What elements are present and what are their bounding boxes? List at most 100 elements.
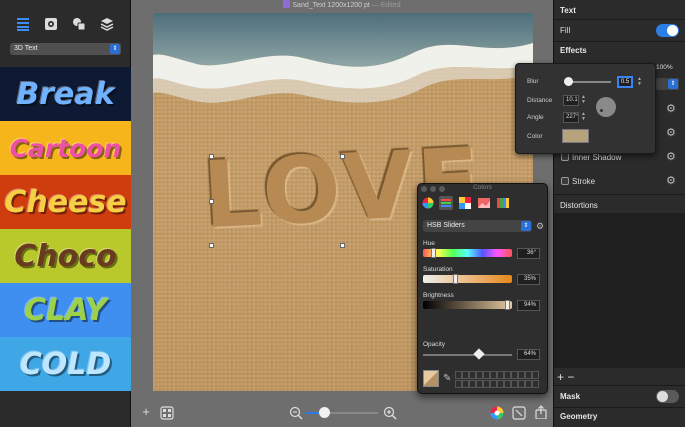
sidebar-toolbar: [0, 0, 131, 42]
style-select[interactable]: 3D Text ⇕: [10, 43, 121, 55]
preset-label: COLD: [19, 346, 112, 382]
opacity-slider-track[interactable]: [423, 354, 512, 356]
gear-icon[interactable]: ⚙: [666, 128, 676, 139]
brightness-slider[interactable]: [423, 301, 512, 309]
edited-status: — Edited: [371, 2, 401, 9]
hue-slider[interactable]: [423, 249, 512, 257]
preset-item[interactable]: Break: [0, 67, 131, 121]
preset-item[interactable]: CLAY: [0, 283, 131, 337]
angle-stepper[interactable]: ▲ ▼: [581, 112, 586, 122]
divider: [554, 41, 685, 42]
saturation-slider-knob[interactable]: [453, 274, 458, 284]
style-select-value: 3D Text: [14, 45, 38, 52]
divider: [554, 19, 685, 20]
mask-header: Mask: [560, 392, 581, 401]
selection-handle[interactable]: [340, 154, 345, 159]
angle-label: Angle: [527, 114, 544, 121]
share-icon[interactable]: [534, 405, 548, 419]
sliders-tab-icon[interactable]: [439, 196, 453, 210]
effect-percent: 100%: [656, 64, 673, 71]
inner-shadow-label: Inner Shadow: [572, 153, 622, 162]
shadow-color-well[interactable]: [562, 129, 589, 143]
fit-screen-icon[interactable]: [512, 406, 526, 420]
add-icon[interactable]: +: [139, 405, 153, 419]
mask-toggle[interactable]: [656, 390, 679, 403]
inner-shadow-checkbox[interactable]: [561, 153, 569, 161]
color-wheel-icon[interactable]: [490, 406, 504, 420]
blur-stepper[interactable]: ▲ ▼: [637, 77, 642, 87]
preset-label: Cartoon: [9, 133, 122, 163]
gear-icon[interactable]: ⚙: [666, 176, 676, 187]
gear-icon[interactable]: [44, 17, 58, 31]
blur-field[interactable]: 0.5: [617, 76, 633, 88]
opacity-field[interactable]: 64%: [517, 349, 540, 360]
selection-handle[interactable]: [209, 243, 214, 248]
add-remove-buttons[interactable]: + −: [557, 370, 574, 384]
angle-field[interactable]: 227°: [563, 112, 579, 123]
effect-blend-select[interactable]: ⇕: [656, 78, 679, 90]
brightness-slider-knob[interactable]: [505, 300, 510, 310]
document-icon: [283, 0, 291, 8]
distance-stepper[interactable]: ▲ ▼: [581, 95, 586, 105]
distortions-header: Distortions: [560, 201, 598, 210]
selection-handle[interactable]: [209, 199, 214, 204]
fill-label: Fill: [560, 26, 571, 35]
blur-label: Blur: [527, 78, 539, 85]
shapes-icon[interactable]: [72, 17, 86, 31]
color-wheel-tab-icon[interactable]: [421, 196, 435, 210]
brightness-label: Brightness: [423, 292, 454, 299]
saturation-field[interactable]: 35%: [517, 274, 540, 285]
current-color-swatch[interactable]: [423, 370, 439, 387]
geometry-header: Geometry: [560, 412, 598, 421]
selection-handle[interactable]: [209, 154, 214, 159]
stroke-checkbox[interactable]: [561, 177, 569, 185]
stroke-label: Stroke: [572, 177, 596, 186]
text-list-icon[interactable]: [16, 17, 30, 31]
preset-list[interactable]: Break Cartoon Cheese Choco CLAY COLD: [0, 67, 131, 427]
distance-field[interactable]: 10.1: [563, 95, 579, 106]
preset-item[interactable]: COLD: [0, 337, 131, 391]
gear-icon[interactable]: ⚙: [666, 152, 676, 163]
preset-label: Cheese: [4, 184, 127, 220]
zoom-in-icon[interactable]: [383, 406, 397, 420]
distortions-list[interactable]: [554, 213, 685, 368]
distance-label: Distance: [527, 97, 553, 104]
color-mode-select[interactable]: HSB Sliders ⇕: [423, 220, 532, 232]
saturation-slider[interactable]: [423, 275, 512, 283]
gear-icon[interactable]: ⚙: [536, 221, 546, 231]
image-palette-tab-icon[interactable]: [477, 196, 491, 210]
window-title: Sand_Text 1200x1200 pt — Edited: [131, 0, 553, 13]
preset-item[interactable]: Cheese: [0, 175, 131, 229]
colors-panel-title: Colors: [473, 184, 492, 191]
color-label: Color: [527, 133, 543, 140]
layers-icon[interactable]: [100, 17, 114, 31]
fill-toggle[interactable]: [656, 24, 679, 37]
eyedropper-icon[interactable]: ✎: [443, 374, 453, 384]
preset-item[interactable]: Choco: [0, 229, 131, 283]
divider: [554, 385, 685, 386]
blur-slider-knob[interactable]: [564, 77, 573, 86]
divider: [554, 194, 685, 195]
zoom-slider-knob[interactable]: [319, 407, 330, 418]
preset-item[interactable]: Cartoon: [0, 121, 131, 175]
brightness-field[interactable]: 94%: [517, 300, 540, 311]
hue-slider-knob[interactable]: [431, 248, 436, 258]
gear-icon[interactable]: ⚙: [666, 104, 676, 115]
angle-dial[interactable]: [596, 97, 616, 117]
palette-tab-icon[interactable]: [458, 196, 472, 210]
preset-label: Choco: [14, 238, 117, 274]
chevron-updown-icon: ⇕: [521, 221, 531, 231]
text-header: Text: [560, 6, 576, 15]
hue-field[interactable]: 36°: [517, 248, 540, 259]
hue-label: Hue: [423, 240, 435, 247]
opacity-label: Opacity: [423, 341, 446, 348]
preset-label: Break: [16, 76, 115, 112]
zoom-out-icon[interactable]: [289, 406, 303, 420]
effects-header: Effects: [560, 46, 587, 55]
sidebar: 3D Text ⇕ Break Cartoon Cheese Choco CLAY COL…: [0, 0, 131, 427]
crayons-tab-icon[interactable]: [496, 196, 510, 210]
selection-handle[interactable]: [340, 243, 345, 248]
divider: [554, 407, 685, 408]
grid-icon[interactable]: [160, 406, 174, 420]
swatch-grid[interactable]: [455, 371, 539, 388]
